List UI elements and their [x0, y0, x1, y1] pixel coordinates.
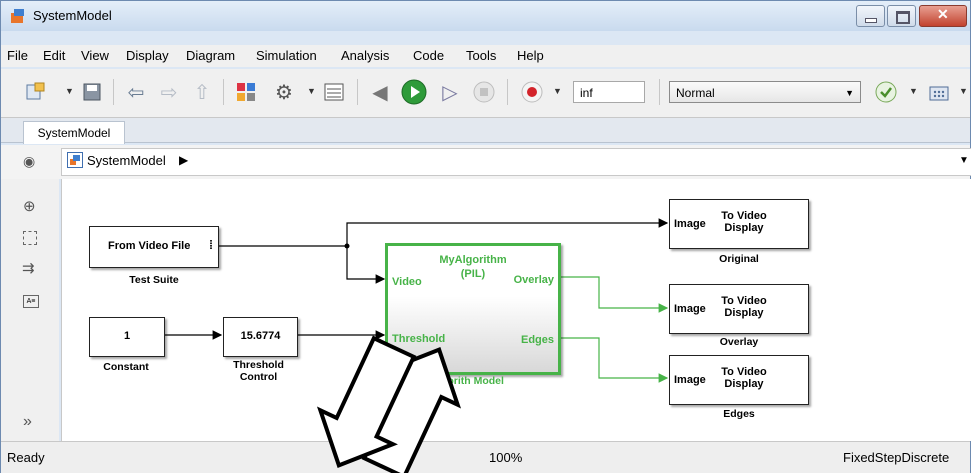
pil-data-arrows-illustration — [316, 335, 462, 473]
